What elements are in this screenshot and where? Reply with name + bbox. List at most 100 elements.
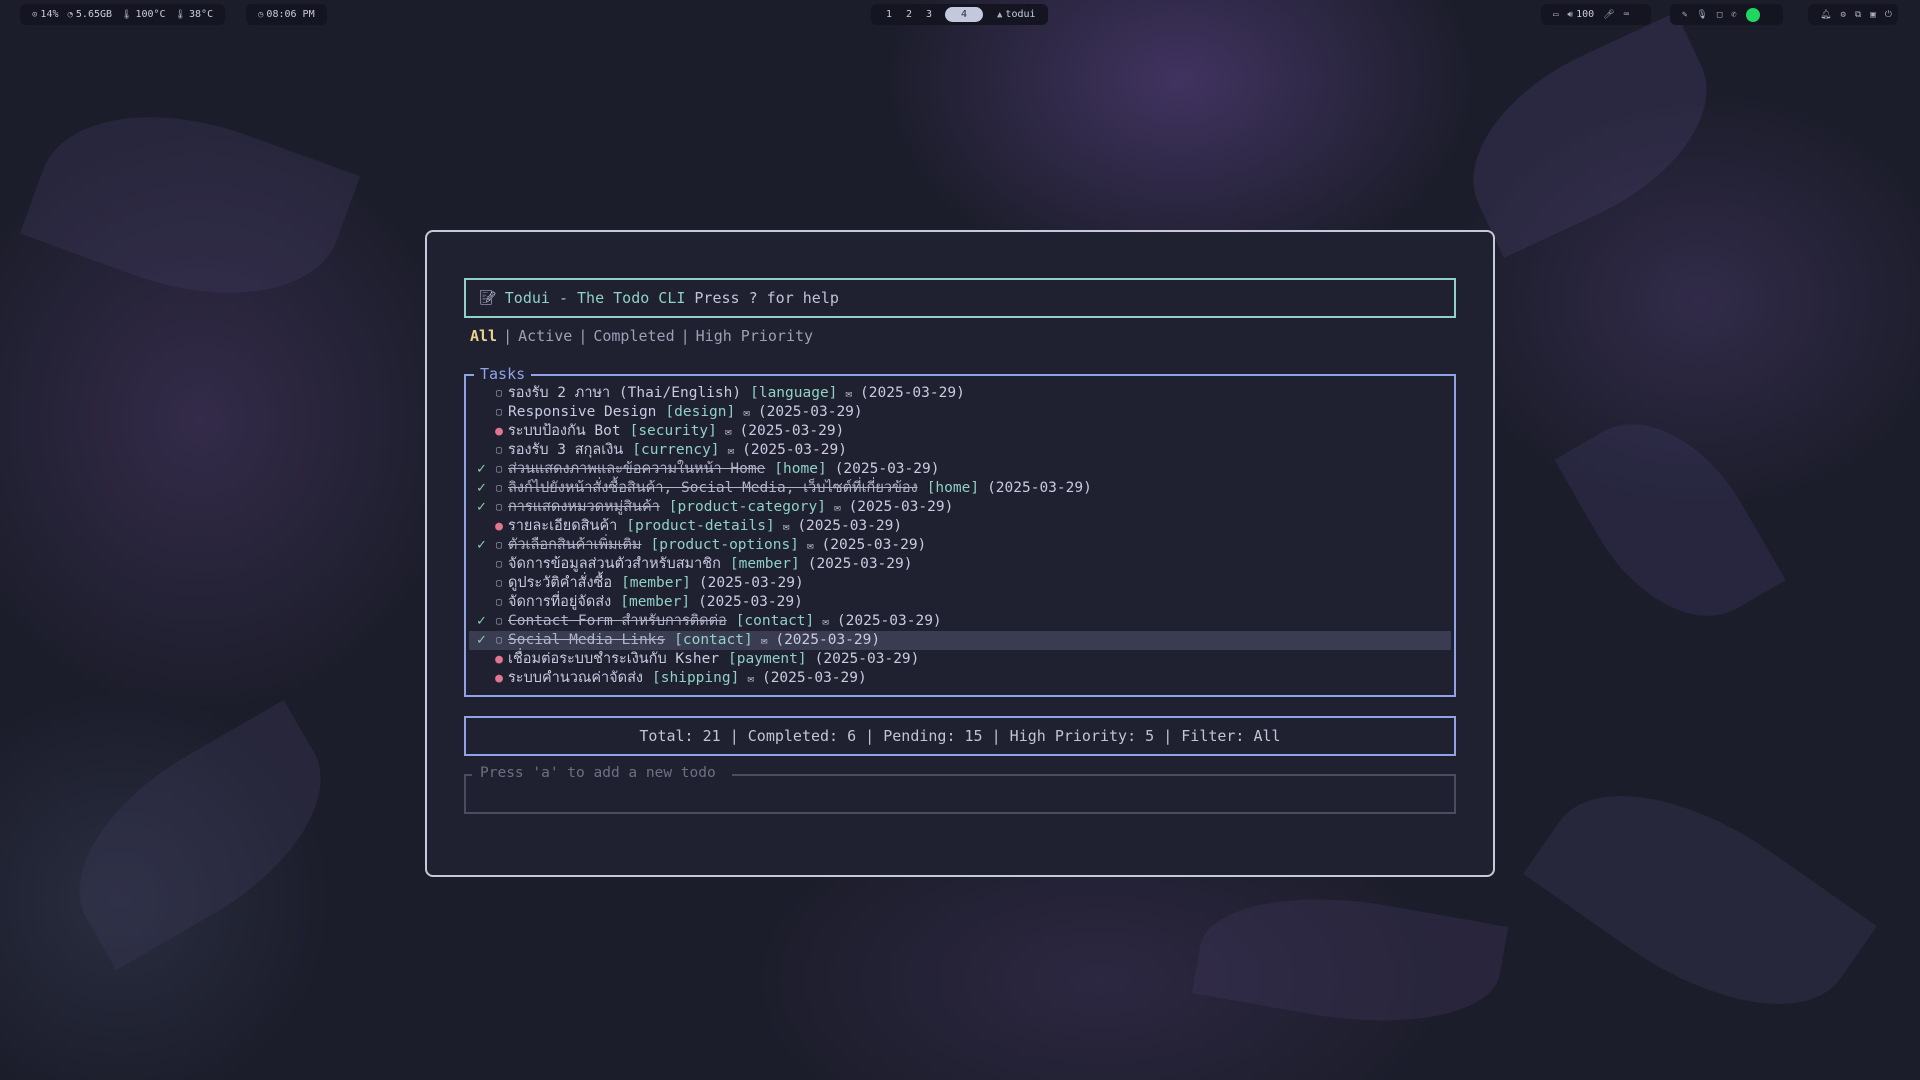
task-date: (2025-03-29) <box>814 651 920 667</box>
task-row[interactable]: ▢ รองรับ 2 ภาษา (Thai/English) [language] ✉… <box>469 384 1451 403</box>
new-todo-input[interactable]: Press 'a' to add a new todo <box>464 765 1456 814</box>
normal-priority-icon: ▢ <box>495 578 503 589</box>
task-row[interactable]: ▢ Responsive Design [design] ✉ (2025-03-29) <box>469 403 1451 422</box>
task-tag: [home] <box>926 480 980 496</box>
task-tag: [contact] <box>735 613 815 629</box>
workspace-switcher: 1 2 3 4 ▲ todui <box>871 4 1048 25</box>
task-row[interactable]: ● เชื่อมต่อระบบชำระเงินกับ Ksher [payment]… <box>469 650 1451 669</box>
active-window-title: todui <box>1005 9 1036 20</box>
cpu-usage: ⊙ 14% <box>32 9 59 20</box>
task-row[interactable]: ▢ ดูประวัติคำสั่งซื้อ [member] (2025-03-29) <box>469 574 1451 593</box>
high-priority-icon: ● <box>495 424 503 439</box>
task-title: การแสดงหมวดหมู่สินค้า <box>508 499 660 515</box>
volume-control[interactable]: 🔊︎ 100 <box>1567 9 1594 20</box>
empty-check-slot <box>477 422 492 441</box>
app-title: Todui - The Todo CLI <box>504 289 686 307</box>
audio-pill: ▭ 🔊︎ 100 🎤︎ ⌨ <box>1541 4 1651 25</box>
task-row[interactable]: ● ระบบคำนวณค่าจัดส่ง [shipping] ✉ (2025-03-2… <box>469 669 1451 688</box>
empty-check-slot <box>477 384 492 403</box>
screenshot-icon[interactable]: ⧉ <box>1855 10 1861 20</box>
task-title: ลิงก์ไปยังหน้าสั่งซื้อสินค้า, Social Med… <box>508 480 918 496</box>
tab-active[interactable]: Active <box>518 327 572 345</box>
task-list: ▢ รองรับ 2 ภาษา (Thai/English) [language] ✉… <box>469 384 1451 688</box>
gpu-temperature: 🌡︎ 100°C <box>121 9 166 20</box>
task-date: (2025-03-29) <box>742 442 847 458</box>
empty-check-slot <box>477 650 492 669</box>
task-row[interactable]: ▢ จัดการข้อมูลส่วนตัวสำหรับสมาชิก [member]… <box>469 555 1451 574</box>
tab-high-priority[interactable]: High Priority <box>696 327 813 345</box>
tasks-label: Tasks <box>474 365 532 383</box>
task-title: เชื่อมต่อระบบชำระเงินกับ Ksher <box>508 651 720 667</box>
task-date: (2025-03-29) <box>739 423 845 439</box>
workspace-3[interactable]: 3 <box>919 9 939 20</box>
task-row[interactable]: ✓ ▢ ลิงก์ไปยังหน้าสั่งซื้อสินค้า, Social M… <box>469 479 1451 498</box>
workspace-4[interactable]: 4 <box>945 7 983 22</box>
high-priority-icon: ● <box>495 671 503 686</box>
task-date: (2025-03-29) <box>807 556 913 572</box>
power-icon[interactable]: ⏻ <box>1885 10 1892 20</box>
clipboard-icon[interactable]: ▣ <box>1870 10 1875 20</box>
task-row[interactable]: ● ระบบป้องกัน Bot [security] ✉ (2025-03-29) <box>469 422 1451 441</box>
task-date: (2025-03-29) <box>834 461 940 477</box>
normal-priority-icon: ▢ <box>495 559 503 570</box>
task-title: Responsive Design <box>508 404 657 420</box>
edit-icon[interactable]: ✎ <box>1682 10 1687 20</box>
memory-icon: ◔ <box>67 9 73 20</box>
task-row[interactable]: ▢ รองรับ 3 สกุลเงิน [currency] ✉ (2025-03-29… <box>469 441 1451 460</box>
system-tray-pill: 🔔︎ ⚙ ⧉ ▣ ⏻ <box>1808 4 1898 25</box>
cpu-icon: ⊙ <box>32 9 38 20</box>
notification-icon[interactable]: 🔔︎ <box>1820 10 1831 20</box>
high-priority-icon: ● <box>495 519 503 534</box>
mic-tray-icon[interactable]: 🎙︎ <box>1696 10 1707 20</box>
task-date: (2025-03-29) <box>821 537 927 553</box>
keyboard-icon[interactable]: ⌨ <box>1624 10 1629 20</box>
tasks-panel: Tasks ▢ รองรับ 2 ภาษา (Thai/English) [lang… <box>464 365 1456 697</box>
task-date: (2025-03-29) <box>698 594 803 610</box>
task-date: (2025-03-29) <box>761 670 867 686</box>
screen-icon[interactable]: ▭ <box>1553 10 1558 20</box>
wallpaper-leaf <box>1554 389 1786 651</box>
task-tag: [shipping] <box>652 670 740 686</box>
task-title: จัดการข้อมูลส่วนตัวสำหรับสมาชิก <box>508 556 721 572</box>
status-bar: ⊙ 14% ◔ 5.65GB 🌡︎ 100°C 🌡︎ 38°C ◷ 08:06 PM 1 … <box>0 4 1920 26</box>
normal-priority-icon: ▢ <box>495 388 503 399</box>
window-icon[interactable]: □ <box>1717 10 1722 20</box>
normal-priority-icon: ▢ <box>495 407 503 418</box>
checkmark-icon: ✓ <box>477 461 486 477</box>
workspace-1[interactable]: 1 <box>879 9 899 20</box>
normal-priority-icon: ▢ <box>495 597 503 608</box>
phone-icon[interactable]: ✆ <box>1731 10 1736 20</box>
task-row[interactable]: ✓ ▢ ตัวเลือกสินค้าเพิ่มเติม [product-option… <box>469 536 1451 555</box>
normal-priority-icon: ▢ <box>495 483 503 494</box>
clock-icon: ◷ <box>258 9 264 20</box>
task-row[interactable]: ✓ ▢ การแสดงหมวดหมู่สินค้า [product-category… <box>469 498 1451 517</box>
empty-check-slot <box>477 574 492 593</box>
settings-icon[interactable]: ⚙ <box>1840 10 1845 20</box>
microphone-icon[interactable]: 🎤︎ <box>1603 10 1614 20</box>
workspace-2[interactable]: 2 <box>899 9 919 20</box>
normal-priority-icon: ▢ <box>495 464 503 475</box>
tab-all[interactable]: All <box>470 327 497 345</box>
task-row[interactable]: ✓ ▢ Contact Form สำหรับการติดต่อ [contact] ✉… <box>469 612 1451 631</box>
terminal-window[interactable]: 📝︎ Todui - The Todo CLI Press ? for help… <box>425 230 1495 877</box>
task-row[interactable]: ✓ ▢ Social Media Links [contact] ✉ (2025-03-2… <box>469 631 1451 650</box>
task-row[interactable]: ● รายละเอียดสินค้า [product-details] ✉ (2025… <box>469 517 1451 536</box>
task-tag: [member] <box>729 556 800 572</box>
normal-priority-icon: ▢ <box>495 616 503 627</box>
wallpaper-leaf <box>1191 874 1509 1046</box>
task-row[interactable]: ▢ จัดการที่อยู่จัดส่ง [member] (2025-03-29) <box>469 593 1451 612</box>
note-icon: ✉ <box>845 387 853 400</box>
clock-pill[interactable]: ◷ 08:06 PM <box>246 4 327 25</box>
task-title: Contact Form สำหรับการติดต่อ <box>508 613 727 629</box>
tab-completed[interactable]: Completed <box>593 327 674 345</box>
wallpaper-leaf <box>41 700 359 970</box>
task-date: (2025-03-29) <box>775 632 881 648</box>
task-title: รองรับ 3 สกุลเงิน <box>508 442 624 458</box>
arch-icon: ▲ <box>997 9 1003 20</box>
note-icon: ✉ <box>833 501 841 514</box>
spotify-icon[interactable] <box>1745 7 1760 22</box>
checkmark-icon: ✓ <box>477 499 486 515</box>
cpu-temperature: 🌡︎ 38°C <box>174 9 214 20</box>
task-row[interactable]: ✓ ▢ ส่วนแสดงภาพและข้อความในหน้า Home [home]… <box>469 460 1451 479</box>
memo-icon: 📝︎ <box>479 290 497 306</box>
